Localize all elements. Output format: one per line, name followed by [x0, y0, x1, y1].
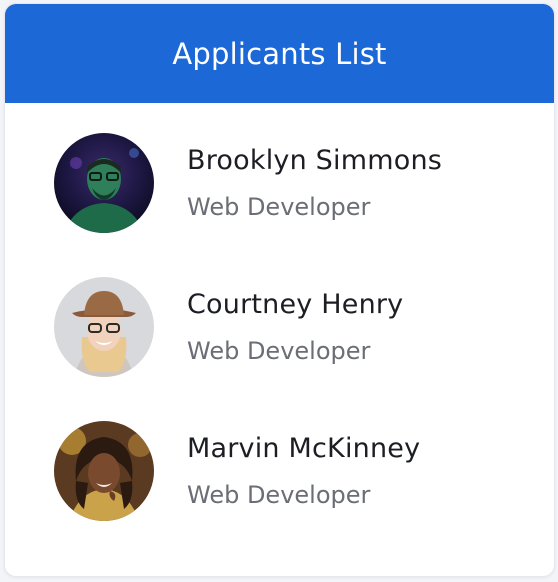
avatar — [54, 133, 154, 233]
applicant-name: Brooklyn Simmons — [187, 145, 443, 176]
applicants-card: Applicants List Brooklyn Simmons Web Dev… — [4, 3, 555, 577]
applicant-item[interactable]: Courtney Henry Web Developer — [54, 277, 403, 377]
card-title: Applicants List — [172, 36, 387, 71]
avatar — [54, 421, 154, 521]
applicant-info: Courtney Henry Web Developer — [187, 288, 403, 366]
card-header: Applicants List — [5, 4, 554, 103]
applicant-info: Brooklyn Simmons Web Developer — [187, 144, 442, 222]
applicant-role: Web Developer — [187, 193, 371, 221]
applicant-name: Marvin McKinney — [187, 433, 421, 464]
applicant-info: Marvin McKinney Web Developer — [187, 432, 420, 510]
applicant-role: Web Developer — [187, 337, 371, 365]
avatar — [54, 277, 154, 377]
applicant-item[interactable]: Marvin McKinney Web Developer — [54, 421, 420, 521]
applicant-item[interactable]: Brooklyn Simmons Web Developer — [54, 133, 442, 233]
applicant-role: Web Developer — [187, 481, 371, 509]
applicant-name: Courtney Henry — [187, 289, 404, 320]
